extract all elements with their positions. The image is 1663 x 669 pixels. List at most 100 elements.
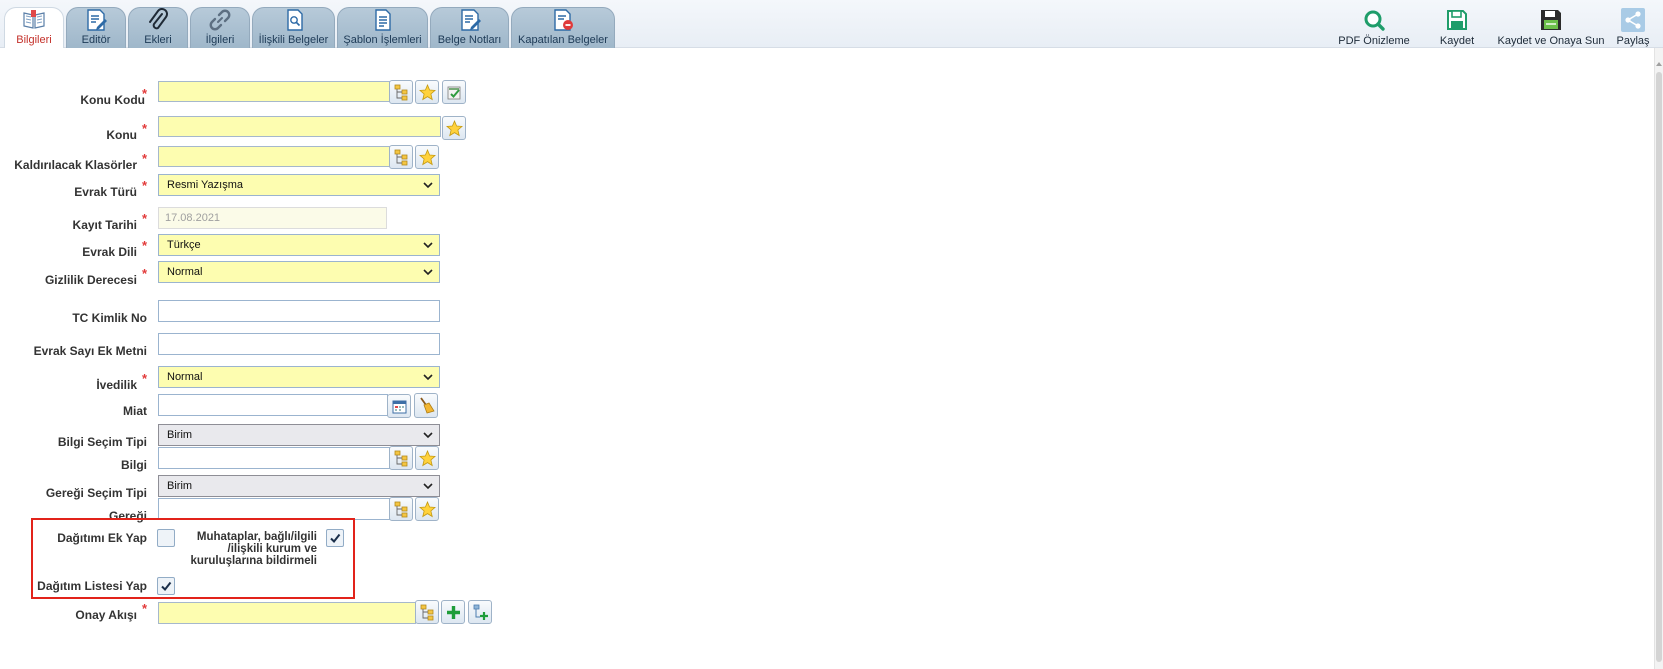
tab-strip: Bilgileri Editör Ekleri İlgileri İlişkil… <box>4 7 617 48</box>
geregi-input[interactable] <box>158 498 390 520</box>
save-label: Kaydet <box>1439 35 1475 47</box>
tab-ekleri[interactable]: Ekleri <box>128 7 188 48</box>
checkmark-icon <box>161 581 172 592</box>
pdf-preview-button[interactable]: PDF Önizleme <box>1334 8 1414 48</box>
tab-belge-notlari[interactable]: Belge Notları <box>430 7 509 48</box>
bilgi-input[interactable] <box>158 447 390 469</box>
chevron-down-icon <box>423 269 433 276</box>
miat-clear-button[interactable] <box>414 393 438 418</box>
save-icon <box>1447 10 1467 30</box>
onay-akisi-tree-button[interactable] <box>415 600 439 624</box>
tab-label: Kapatılan Belgeler <box>518 34 608 46</box>
plus-icon <box>446 605 460 619</box>
konu-favorite-button[interactable] <box>442 116 466 140</box>
book-icon <box>23 10 45 29</box>
muhataplar-label-line3: kuruluşlarına bildirmeli <box>190 555 317 567</box>
tree-select-icon <box>394 84 407 100</box>
evrak-turu-label: Evrak Türü <box>74 185 137 199</box>
pdf-preview-icon <box>1364 10 1385 31</box>
save-and-submit-icon <box>1541 10 1561 30</box>
scrollbar-thumb[interactable] <box>1656 72 1662 662</box>
gizlilik-derecesi-select[interactable]: Normal <box>158 261 440 283</box>
onay-akisi-add-tree-button[interactable] <box>468 600 492 624</box>
document-notes-icon <box>460 9 481 31</box>
konu-input[interactable] <box>158 116 441 137</box>
muhataplar-label-line1: Muhataplar, bağlı/ilgili <box>196 531 317 543</box>
dagitim-listesi-yap-label: Dağıtım Listesi Yap <box>37 579 147 593</box>
chevron-down-icon <box>423 242 433 249</box>
tab-bilgileri[interactable]: Bilgileri <box>4 7 64 48</box>
konu-kodu-tree-button[interactable] <box>389 80 413 104</box>
required-marker: * <box>142 86 148 101</box>
geregi-favorite-button[interactable] <box>415 497 439 521</box>
link-icon <box>209 9 231 31</box>
miat-calendar-button[interactable] <box>387 394 411 418</box>
konu-kodu-check-button[interactable] <box>442 80 466 104</box>
broom-icon <box>419 397 435 414</box>
evrak-sayi-ek-metni-input[interactable] <box>158 333 440 355</box>
tree-select-icon <box>394 149 407 165</box>
klasor-favorite-button[interactable] <box>415 145 439 169</box>
template-document-icon <box>374 9 391 31</box>
tab-iliskili-belgeler[interactable]: İlişkili Belgeler <box>252 7 335 48</box>
kayit-tarihi-label: Kayıt Tarihi <box>72 218 137 232</box>
tc-kimlik-no-input[interactable] <box>158 300 440 322</box>
bilgi-label: Bilgi <box>121 458 147 472</box>
evrak-dili-value: Türkçe <box>167 239 201 251</box>
geregi-secim-tipi-label: Gereği Seçim Tipi <box>45 486 147 500</box>
kaldirilacak-klasorler-label: Kaldırılacak Klasörler <box>14 158 137 172</box>
klasor-tree-button[interactable] <box>389 145 413 169</box>
closed-documents-icon <box>554 9 573 31</box>
onay-akisi-input[interactable] <box>158 602 416 624</box>
tc-kimlik-no-label: TC Kimlik No <box>72 311 147 325</box>
tab-label: Belge Notları <box>437 34 502 46</box>
muhataplar-label-line2: /ilişkili kurum ve <box>227 543 317 555</box>
geregi-tree-button[interactable] <box>389 497 413 521</box>
vertical-scrollbar[interactable] <box>1654 48 1663 669</box>
edit-document-icon <box>87 9 107 31</box>
tab-editor[interactable]: Editör <box>66 7 126 48</box>
share-button[interactable]: Paylaş <box>1613 8 1653 48</box>
onay-akisi-add-button[interactable] <box>441 600 465 624</box>
bilgi-secim-tipi-select[interactable]: Birim <box>158 424 440 446</box>
chevron-down-icon <box>423 374 433 381</box>
required-marker: * <box>142 211 148 226</box>
kaldirilacak-klasorler-input[interactable] <box>158 146 390 167</box>
gizlilik-derecesi-value: Normal <box>167 266 203 278</box>
share-icon <box>1621 8 1645 32</box>
tab-label: Editör <box>81 34 111 46</box>
geregi-secim-tipi-select[interactable]: Birim <box>158 475 440 497</box>
muhataplar-bildirim-checkbox[interactable] <box>326 529 344 547</box>
miat-input[interactable] <box>158 394 388 416</box>
konu-kodu-favorite-button[interactable] <box>415 80 439 104</box>
dagitim-listesi-yap-checkbox[interactable] <box>157 577 175 595</box>
geregi-secim-tipi-value: Birim <box>167 480 193 492</box>
star-icon <box>418 500 436 517</box>
top-toolbar: Bilgileri Editör Ekleri İlgileri İlişkil… <box>0 0 1663 48</box>
tab-label: Şablon İşlemleri <box>343 34 422 46</box>
star-icon <box>445 119 463 136</box>
dagitimi-ek-yap-label: Dağıtımı Ek Yap <box>57 531 147 545</box>
onay-akisi-label: Onay Akışı <box>75 608 137 622</box>
tab-kapatilan-belgeler[interactable]: Kapatılan Belgeler <box>511 7 615 48</box>
tree-select-icon <box>394 501 407 517</box>
required-marker: * <box>142 238 148 253</box>
star-icon <box>418 449 436 466</box>
save-and-submit-button[interactable]: Kaydet ve Onaya Sun <box>1495 8 1607 48</box>
bilgi-favorite-button[interactable] <box>415 446 439 470</box>
evrak-dili-select[interactable]: Türkçe <box>158 234 440 256</box>
tab-label: Ekleri <box>144 34 172 46</box>
bilgi-tree-button[interactable] <box>389 446 413 470</box>
tab-sablon-islemleri[interactable]: Şablon İşlemleri <box>337 7 428 48</box>
save-button[interactable]: Kaydet <box>1437 8 1477 48</box>
evrak-turu-value: Resmi Yazışma <box>167 179 244 191</box>
evrak-turu-select[interactable]: Resmi Yazışma <box>158 174 440 196</box>
konu-kodu-input[interactable] <box>158 81 390 102</box>
related-documents-icon <box>286 9 303 31</box>
tab-ilgileri[interactable]: İlgileri <box>190 7 250 48</box>
ivedilik-select[interactable]: Normal <box>158 366 440 388</box>
scroll-up-arrow-icon[interactable] <box>1656 62 1662 66</box>
evrak-dili-label: Evrak Dili <box>82 245 137 259</box>
muhataplar-bildirim-label: Muhataplar, bağlı/ilgili /ilişkili kurum… <box>162 531 317 567</box>
checklist-icon <box>447 86 460 99</box>
